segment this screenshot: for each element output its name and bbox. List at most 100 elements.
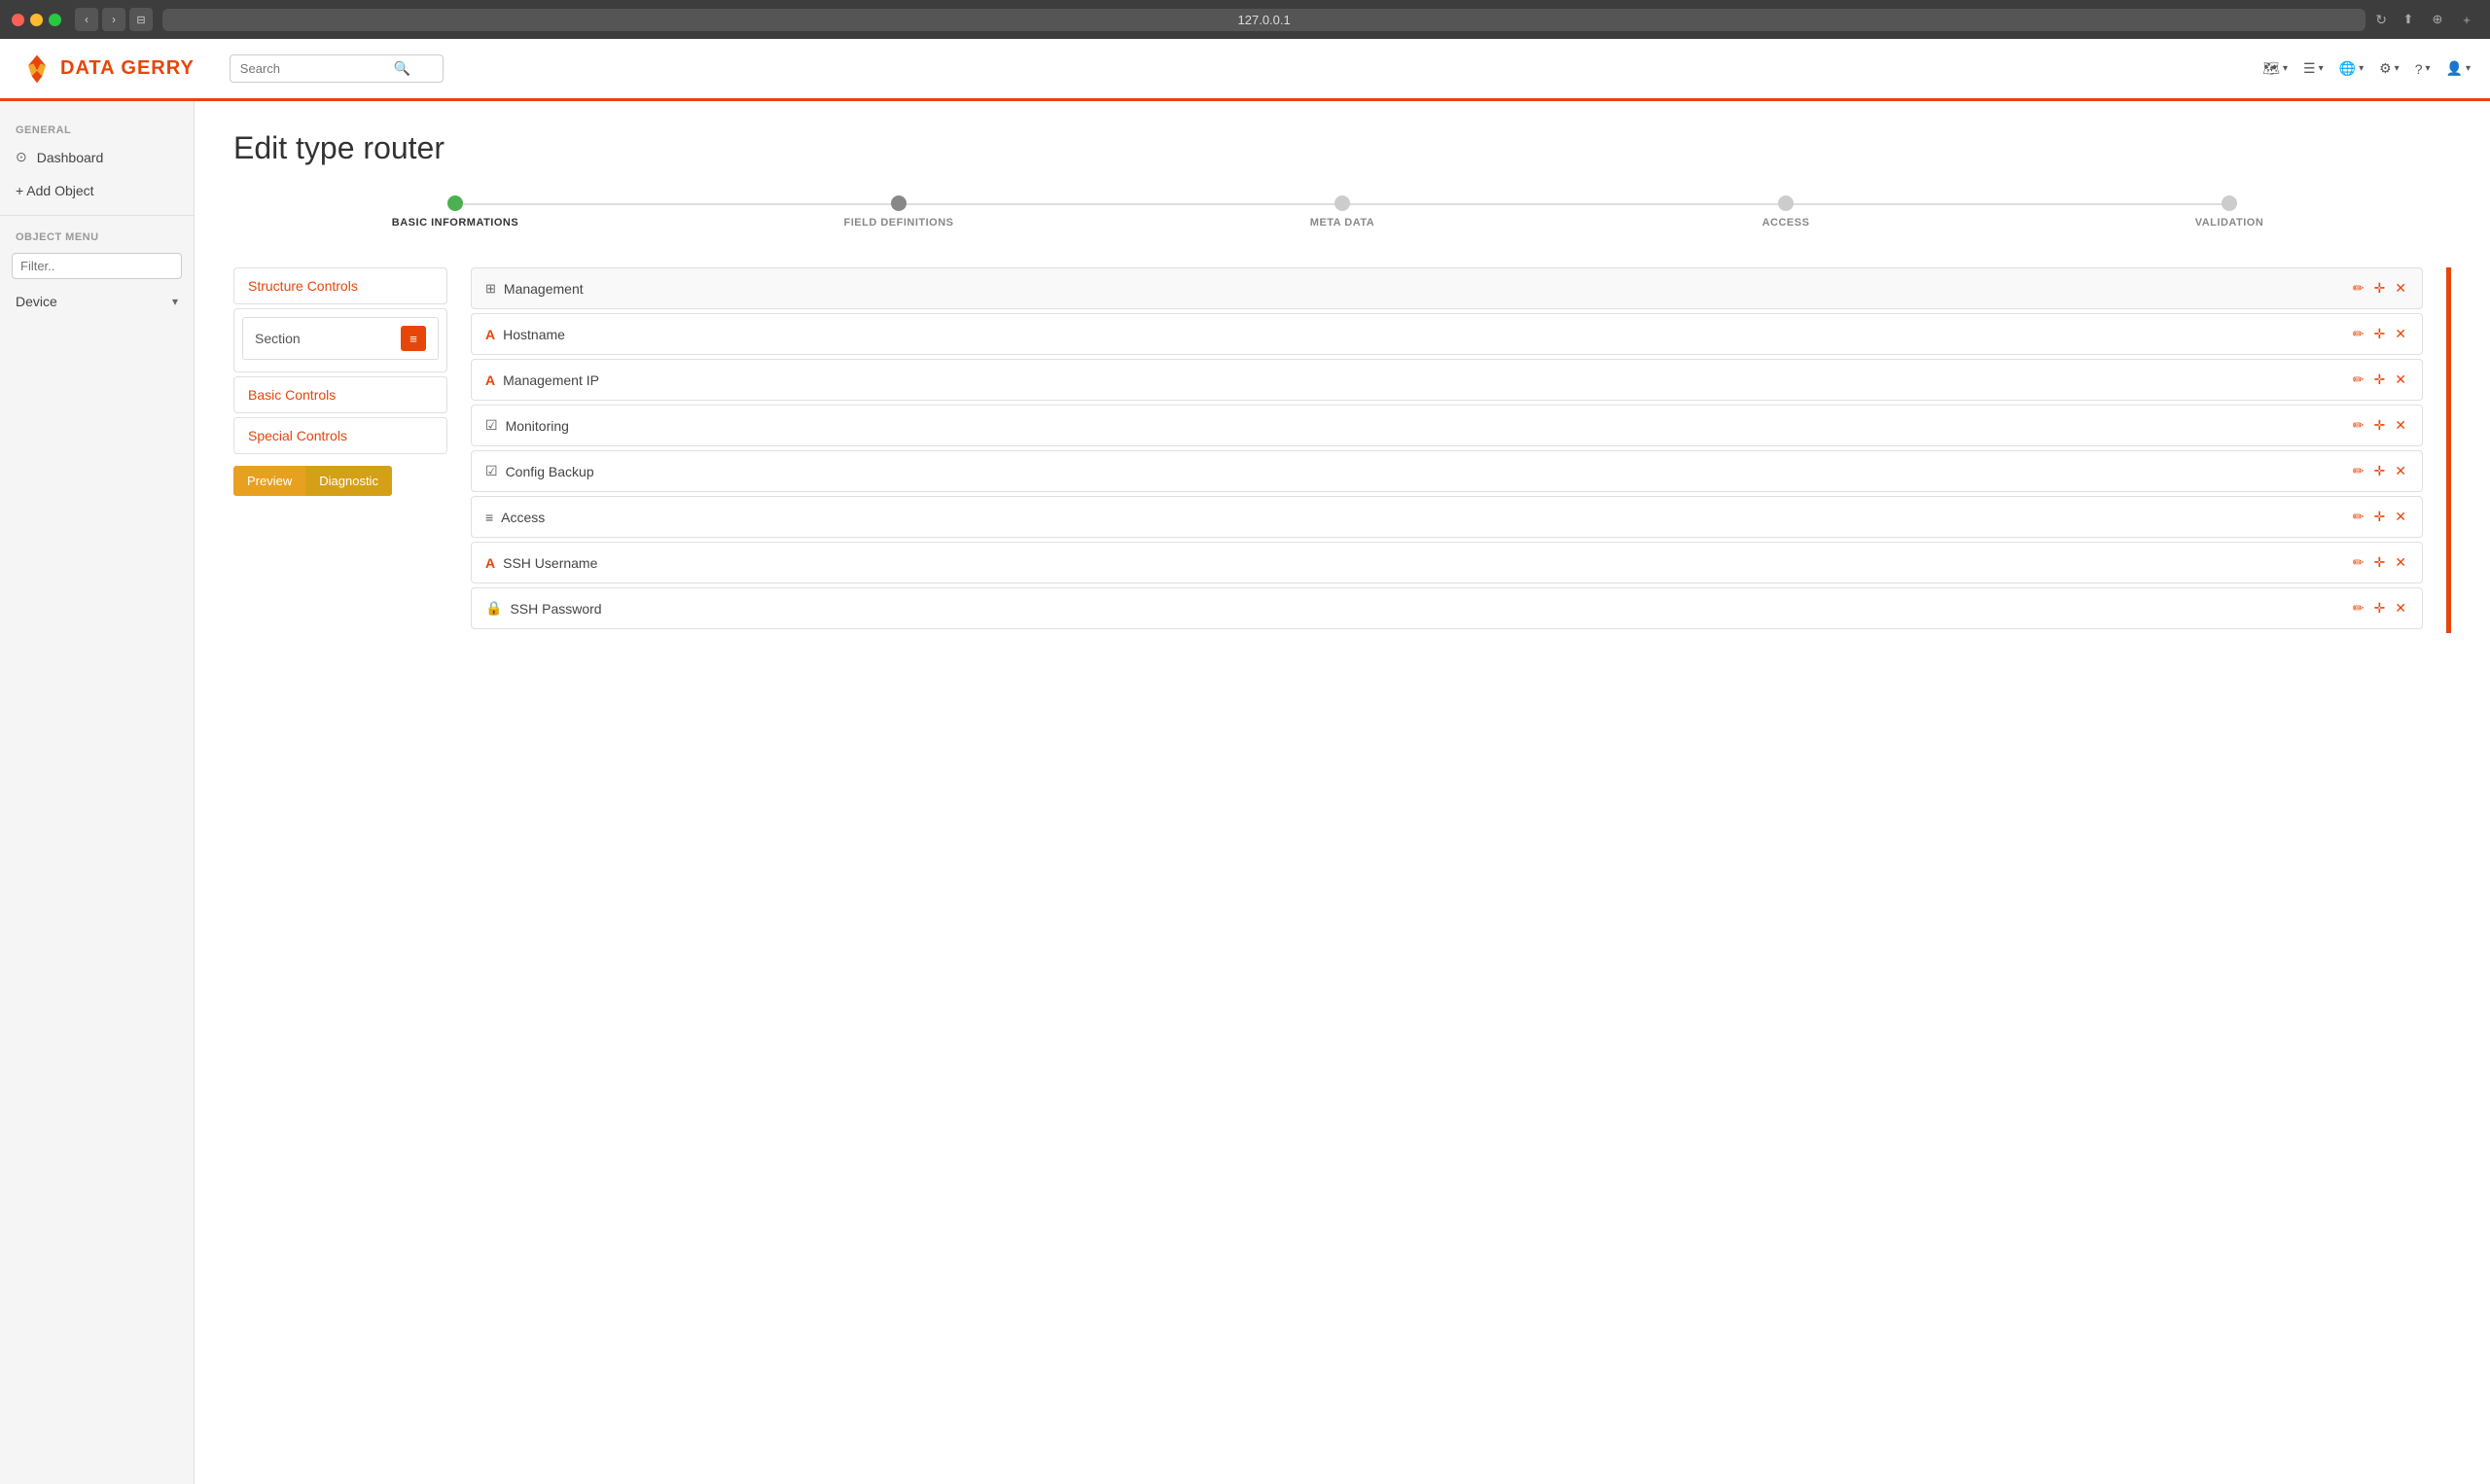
structure-controls-header[interactable]: Structure Controls bbox=[234, 268, 446, 303]
monitoring-icon: ☑ bbox=[485, 417, 498, 434]
ssh-password-delete-button[interactable]: ✕ bbox=[2393, 598, 2408, 618]
search-icon[interactable]: 🔍 bbox=[394, 60, 410, 77]
ssh-password-label: SSH Password bbox=[510, 601, 601, 617]
browser-actions: ⬆ ⊕ + bbox=[2397, 8, 2478, 31]
search-bar[interactable]: 🔍 bbox=[230, 54, 444, 83]
ssh-password-edit-button[interactable]: ✏ bbox=[2351, 598, 2366, 618]
layers-button[interactable]: ☰ ▾ bbox=[2303, 60, 2324, 77]
management-edit-button[interactable]: ✏ bbox=[2351, 278, 2366, 299]
management-ip-edit-button[interactable]: ✏ bbox=[2351, 370, 2366, 390]
ssh-username-edit-button[interactable]: ✏ bbox=[2351, 552, 2366, 573]
step-label-validation: VALIDATION bbox=[2195, 217, 2264, 229]
sidebar-item-dashboard[interactable]: ⊙ Dashboard bbox=[0, 140, 194, 174]
minimize-button[interactable] bbox=[30, 14, 43, 26]
monitoring-title: ☑ Monitoring bbox=[485, 417, 569, 434]
basic-controls-header[interactable]: Basic Controls bbox=[234, 377, 446, 412]
help-button[interactable]: ? ▾ bbox=[2415, 61, 2431, 77]
sidebar-item-device[interactable]: Device ▾ bbox=[0, 285, 194, 318]
reload-button[interactable]: ↻ bbox=[2375, 12, 2387, 28]
special-controls-section: Special Controls bbox=[233, 417, 447, 454]
object-menu-label: OBJECT MENU bbox=[0, 224, 194, 247]
monitoring-label: Monitoring bbox=[506, 418, 569, 434]
dashboard-icon: ⊙ bbox=[16, 149, 27, 165]
sidebar-item-add-object[interactable]: + Add Object bbox=[0, 174, 194, 207]
access-icon: ≡ bbox=[485, 510, 493, 525]
wizard-step-meta[interactable]: META DATA bbox=[1120, 195, 1564, 229]
back-button[interactable]: ‹ bbox=[75, 8, 98, 31]
share-button[interactable]: ⬆ bbox=[2397, 8, 2420, 31]
wizard-steps: BASIC INFORMATIONS FIELD DEFINITIONS MET… bbox=[233, 195, 2451, 238]
settings-button[interactable]: ⚙ ▾ bbox=[2379, 60, 2400, 77]
section-item-icon[interactable]: ≡ bbox=[401, 326, 426, 351]
management-delete-button[interactable]: ✕ bbox=[2393, 278, 2408, 299]
logo-data: DATA bbox=[60, 57, 115, 79]
new-tab-button[interactable]: ⊕ bbox=[2426, 8, 2449, 31]
access-delete-button[interactable]: ✕ bbox=[2393, 507, 2408, 527]
management-ip-move-button[interactable]: ✛ bbox=[2372, 370, 2388, 390]
section-group: Section ≡ bbox=[233, 308, 447, 372]
hostname-actions: ✏ ✛ ✕ bbox=[2351, 324, 2408, 344]
ssh-username-move-button[interactable]: ✛ bbox=[2372, 552, 2388, 573]
ssh-password-row: 🔒 SSH Password ✏ ✛ ✕ bbox=[471, 587, 2423, 629]
access-edit-button[interactable]: ✏ bbox=[2351, 507, 2366, 527]
access-move-button[interactable]: ✛ bbox=[2372, 507, 2388, 527]
ssh-password-move-button[interactable]: ✛ bbox=[2372, 598, 2388, 618]
step-label-meta: META DATA bbox=[1310, 217, 1374, 229]
user-button[interactable]: 👤 ▾ bbox=[2446, 60, 2471, 77]
step-dot-access bbox=[1778, 195, 1794, 211]
nav-buttons: ‹ › ⊟ bbox=[75, 8, 153, 31]
ssh-username-row: A SSH Username ✏ ✛ ✕ bbox=[471, 542, 2423, 583]
management-ip-label: Management IP bbox=[503, 372, 599, 388]
monitoring-edit-button[interactable]: ✏ bbox=[2351, 415, 2366, 436]
preview-diagnostic: Preview Diagnostic bbox=[233, 466, 447, 496]
management-ip-actions: ✏ ✛ ✕ bbox=[2351, 370, 2408, 390]
access-actions: ✏ ✛ ✕ bbox=[2351, 507, 2408, 527]
traffic-lights bbox=[12, 14, 61, 26]
device-label: Device bbox=[16, 294, 57, 309]
logo-gerry: GERRY bbox=[121, 57, 194, 79]
wizard-step-validation[interactable]: VALIDATION bbox=[2008, 195, 2451, 229]
map-button[interactable]: 🗺 ▾ bbox=[2262, 60, 2288, 77]
config-backup-edit-button[interactable]: ✏ bbox=[2351, 461, 2366, 481]
diagnostic-button[interactable]: Diagnostic bbox=[305, 466, 392, 496]
forward-button[interactable]: › bbox=[102, 8, 125, 31]
close-button[interactable] bbox=[12, 14, 24, 26]
preview-button[interactable]: Preview bbox=[233, 466, 305, 496]
monitoring-delete-button[interactable]: ✕ bbox=[2393, 415, 2408, 436]
dashboard-label: Dashboard bbox=[37, 150, 104, 165]
translate-button[interactable]: 🌐 ▾ bbox=[2339, 60, 2364, 77]
hostname-move-button[interactable]: ✛ bbox=[2372, 324, 2388, 344]
wizard-step-fields[interactable]: FIELD DEFINITIONS bbox=[677, 195, 1120, 229]
right-accent-bar bbox=[2446, 267, 2451, 633]
monitoring-move-button[interactable]: ✛ bbox=[2372, 415, 2388, 436]
wizard-step-access[interactable]: ACCESS bbox=[1564, 195, 2008, 229]
management-move-button[interactable]: ✛ bbox=[2372, 278, 2388, 299]
maximize-button[interactable] bbox=[49, 14, 61, 26]
logo: DATA GERRY bbox=[19, 52, 195, 87]
management-ip-icon: A bbox=[485, 372, 495, 388]
ssh-password-actions: ✏ ✛ ✕ bbox=[2351, 598, 2408, 618]
search-input[interactable] bbox=[240, 61, 386, 76]
hostname-edit-button[interactable]: ✏ bbox=[2351, 324, 2366, 344]
tab-overview-button[interactable]: ⊟ bbox=[129, 8, 153, 31]
management-ip-delete-button[interactable]: ✕ bbox=[2393, 370, 2408, 390]
management-label: Management bbox=[504, 281, 584, 297]
hostname-delete-button[interactable]: ✕ bbox=[2393, 324, 2408, 344]
address-bar[interactable]: 127.0.0.1 bbox=[162, 9, 2366, 31]
general-label: GENERAL bbox=[0, 117, 194, 140]
step-dot-basic bbox=[447, 195, 463, 211]
section-item[interactable]: Section ≡ bbox=[242, 317, 439, 360]
logo-text: DATA GERRY bbox=[60, 57, 195, 80]
config-backup-delete-button[interactable]: ✕ bbox=[2393, 461, 2408, 481]
config-backup-move-button[interactable]: ✛ bbox=[2372, 461, 2388, 481]
section-group-body: Section ≡ bbox=[234, 309, 446, 371]
step-label-access: ACCESS bbox=[1762, 217, 1810, 229]
ssh-username-delete-button[interactable]: ✕ bbox=[2393, 552, 2408, 573]
special-controls-header[interactable]: Special Controls bbox=[234, 418, 446, 453]
add-button[interactable]: + bbox=[2455, 8, 2478, 31]
wizard-step-basic[interactable]: BASIC INFORMATIONS bbox=[233, 195, 677, 229]
step-dot-meta bbox=[1334, 195, 1350, 211]
filter-input[interactable] bbox=[12, 253, 182, 279]
management-group-title: ⊞ Management bbox=[485, 281, 584, 297]
ssh-password-icon: 🔒 bbox=[485, 600, 502, 617]
